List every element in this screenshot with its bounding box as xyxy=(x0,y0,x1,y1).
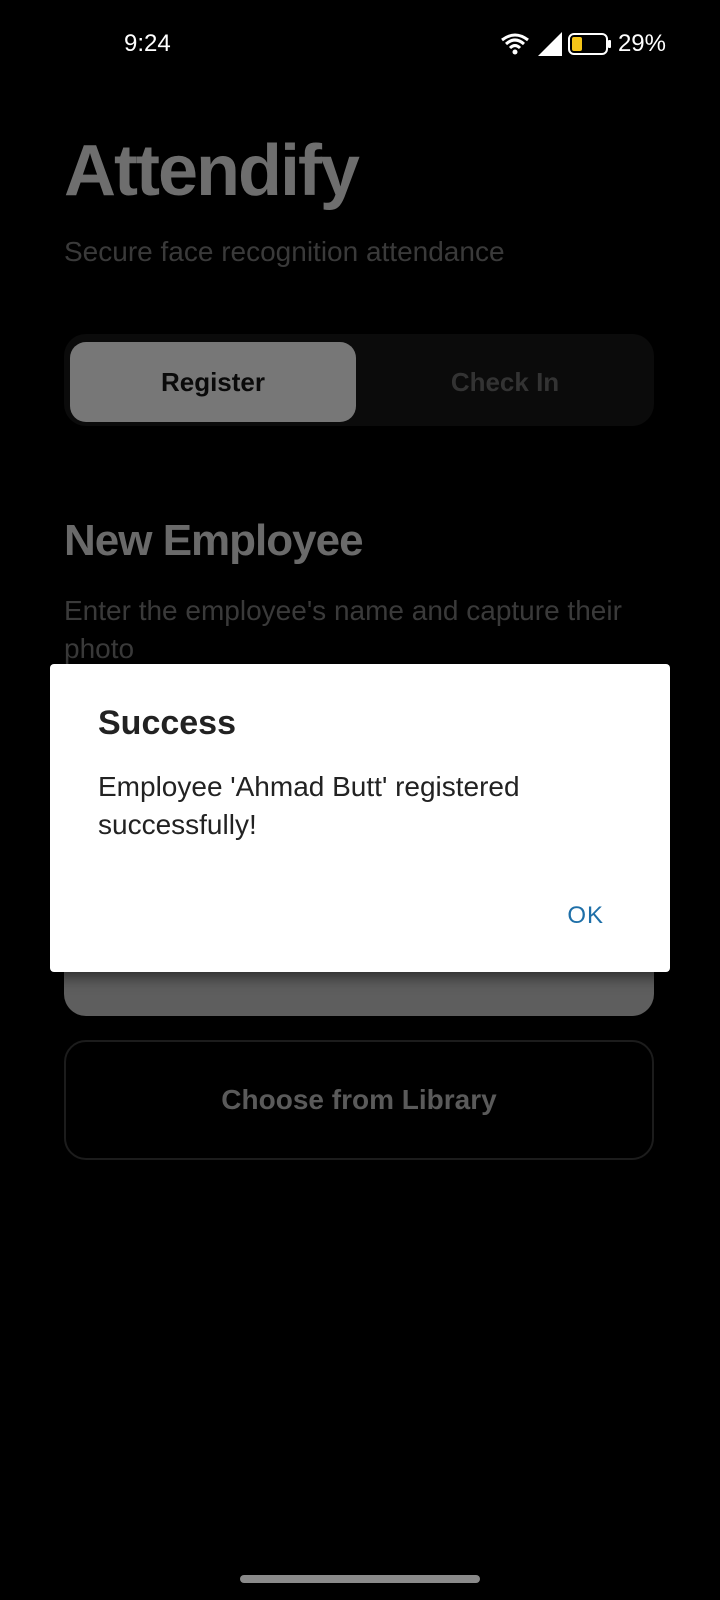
screen: 9:24 29% Attendify Secure face recogniti… xyxy=(0,0,720,1600)
home-indicator[interactable] xyxy=(240,1575,480,1583)
dialog-title: Success xyxy=(98,704,236,742)
tab-check-in[interactable]: Check In xyxy=(362,342,648,422)
dialog-message: Employee 'Ahmad Butt' registered success… xyxy=(98,771,520,840)
section-description: Enter the employee's name and capture th… xyxy=(64,595,622,664)
signal-icon xyxy=(536,32,562,56)
battery-percent: 29% xyxy=(617,30,666,57)
success-dialog: Success Employee 'Ahmad Butt' registered… xyxy=(50,664,670,972)
choose-from-library-button[interactable]: Choose from Library xyxy=(64,1040,654,1160)
wifi-icon xyxy=(500,32,530,56)
battery-icon xyxy=(567,33,612,55)
mode-tabs: Register Check In xyxy=(64,334,654,426)
app-title: Attendify xyxy=(64,131,360,211)
app-subtitle: Secure face recognition attendance xyxy=(64,236,505,267)
ok-button[interactable]: OK xyxy=(563,896,608,936)
status-time: 9:24 xyxy=(124,30,171,57)
status-icons: 29% xyxy=(500,30,666,58)
tab-register[interactable]: Register xyxy=(70,342,356,422)
section-title: New Employee xyxy=(64,516,364,565)
